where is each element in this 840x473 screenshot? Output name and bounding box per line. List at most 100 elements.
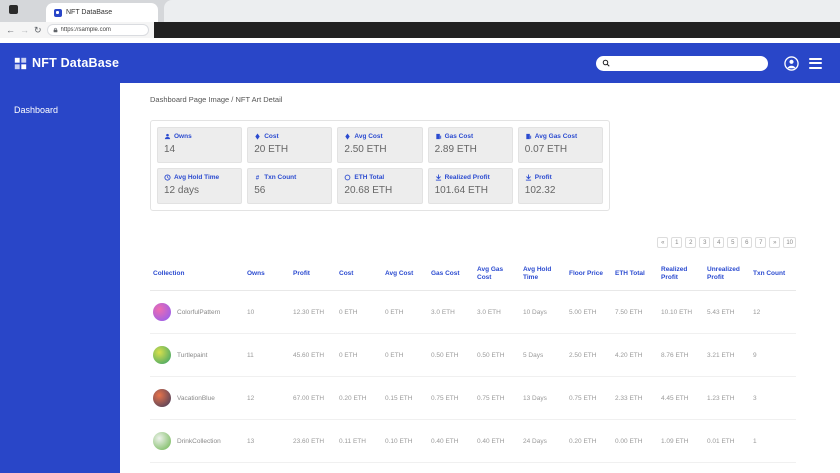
table-row[interactable]: VacationBlue 12 67.00 ETH 0.20 ETH 0.15 ETH 0…	[150, 376, 796, 421]
collection-cell-content: DrinkCollection	[153, 432, 241, 451]
column-header: Gas Cost	[428, 258, 474, 292]
stat-label: Avg Cost	[344, 133, 415, 140]
table-cell: 0.25 ETH	[612, 462, 658, 473]
collection-cell: Turtlepaint	[150, 333, 244, 378]
pagination-item[interactable]: 3	[699, 237, 711, 248]
table-cell: 0.10 ETH	[566, 462, 612, 473]
forward-button[interactable]: →	[20, 25, 29, 35]
stat-value: 20.68 ETH	[344, 185, 393, 196]
column-header: Txn Count	[750, 258, 796, 292]
table-cell: 10.10 ETH	[658, 290, 704, 335]
browser-tab[interactable]: NFT DataBase	[46, 3, 158, 22]
column-header: Cost	[336, 258, 382, 292]
table-cell: 2.50 ETH	[566, 333, 612, 378]
column-header: Avg Gas Cost	[474, 258, 520, 292]
collection-cell: SummerImage	[150, 462, 244, 473]
collection-name: ColorfulPattern	[177, 308, 221, 316]
stat-label-text: Avg Cost	[354, 133, 383, 140]
table-cell: 24 Days	[520, 419, 566, 464]
table-row[interactable]: Turtlepaint 11 45.60 ETH 0 ETH 0 ETH 0.50 ETH…	[150, 333, 796, 378]
collection-cell-content: VacationBlue	[153, 389, 241, 408]
table-cell: 12	[244, 376, 290, 421]
pagination-item[interactable]: 5	[727, 237, 739, 248]
table-cell: 3	[750, 376, 796, 421]
collection-cell-content: ColorfulPattern	[153, 303, 241, 322]
collection-cell: ColorfulPattern	[150, 290, 244, 335]
reload-button[interactable]: ↻	[34, 25, 42, 35]
pagination-item[interactable]: 4	[713, 237, 725, 248]
collection-cell: DrinkCollection	[150, 419, 244, 464]
table-cell: 8.76 ETH	[658, 333, 704, 378]
browser-addressbar: ← → ↻ https://sample.com	[0, 22, 840, 38]
eth-icon	[254, 133, 261, 140]
stat-label-text: Gas Cost	[444, 133, 474, 140]
breadcrumb: Dashboard Page Image / NFT Art Detail	[150, 95, 283, 104]
url-text: https://sample.com	[60, 27, 111, 33]
collection-avatar	[153, 432, 171, 451]
stat-label: Avg Hold Time	[164, 174, 235, 181]
stat-label: Realized Profit	[435, 174, 506, 181]
table-cell: 1.09 ETH	[658, 419, 704, 464]
table-cell: 0 ETH	[336, 333, 382, 378]
profit-icon	[435, 174, 442, 181]
table-cell: 0.75 ETH	[428, 376, 474, 421]
column-header: ETH Total	[612, 258, 658, 292]
sidebar-item-dashboard[interactable]: Dashboard	[0, 99, 120, 121]
collection-name: VacationBlue	[177, 394, 215, 402]
stat-value: 56	[254, 185, 266, 196]
url-input[interactable]: https://sample.com	[46, 24, 149, 36]
collection-cell-content: Turtlepaint	[153, 346, 241, 365]
column-header: Unrealized Profit	[704, 258, 750, 292]
table-cell: 12	[750, 290, 796, 335]
table-row[interactable]: ColorfulPattern 10 12.30 ETH 0 ETH 0 ETH 3.0 …	[150, 290, 796, 335]
stat-label-text: Profit	[534, 174, 552, 181]
table-cell: 0.03ETH	[336, 462, 382, 473]
user-avatar-icon[interactable]	[784, 55, 799, 71]
table-cell: 2.33 ETH	[612, 376, 658, 421]
stat-card-gas-cost: Gas Cost 2.89 ETH	[427, 127, 513, 163]
table-cell: 0.11 ETH	[336, 419, 382, 464]
table-cell: 0.01 ETH	[704, 462, 750, 473]
menu-icon[interactable]	[809, 57, 822, 69]
collection-cell: VacationBlue	[150, 376, 244, 421]
table-cell: 0 ETH	[336, 290, 382, 335]
stat-value: 102.32	[524, 185, 556, 196]
stat-card-owns: Owns 14	[157, 127, 243, 163]
search-bar[interactable]	[596, 55, 768, 71]
stat-value: 2.89 ETH	[434, 144, 477, 155]
table-row[interactable]: SummerImage1432.10 ETH0.03ETH0.02ETH0.25…	[150, 462, 796, 473]
pagination-item[interactable]: »	[769, 237, 781, 248]
table-cell: 0.02ETH	[382, 462, 428, 473]
collection-avatar	[153, 346, 171, 365]
pagination-item[interactable]: 1	[671, 237, 683, 248]
pagination-item[interactable]: 10	[783, 237, 796, 248]
search-input[interactable]	[614, 55, 762, 71]
table-cell: 3.21 ETH	[704, 333, 750, 378]
table-cell: 0.75 ETH	[566, 376, 612, 421]
stat-label: Profit	[525, 174, 596, 181]
column-header: Floor Price	[566, 258, 612, 292]
user-icon	[164, 133, 171, 140]
table-cell: 7.50 ETH	[612, 290, 658, 335]
pagination-item[interactable]: «	[657, 237, 669, 248]
table-cell: 10 Days	[520, 290, 566, 335]
pagination-item[interactable]: 7	[755, 237, 767, 248]
stat-label-text: ETH Total	[354, 174, 385, 181]
back-button[interactable]: ←	[6, 25, 15, 35]
stat-value: 14	[164, 144, 176, 155]
profit-icon	[525, 174, 532, 181]
stat-label-text: Realized Profit	[444, 174, 490, 181]
table-row[interactable]: DrinkCollection 13 23.60 ETH 0.11 ETH 0.10 E…	[150, 419, 796, 464]
table-cell: 5 Days	[520, 333, 566, 378]
table-cell: 5.43 ETH	[704, 290, 750, 335]
table-cell: 0.40 ETH	[474, 419, 520, 464]
table-cell: 5.00 ETH	[566, 290, 612, 335]
table-cell: 0.10 ETH	[382, 419, 428, 464]
pagination-item[interactable]: 6	[741, 237, 753, 248]
collection-name: DrinkCollection	[177, 437, 221, 445]
table-cell: 0 ETH	[382, 290, 428, 335]
table-cell: 0.50 ETH	[428, 333, 474, 378]
column-header: Owns	[244, 258, 290, 292]
pagination-item[interactable]: 2	[685, 237, 697, 248]
stat-value: 20 ETH	[254, 144, 289, 155]
